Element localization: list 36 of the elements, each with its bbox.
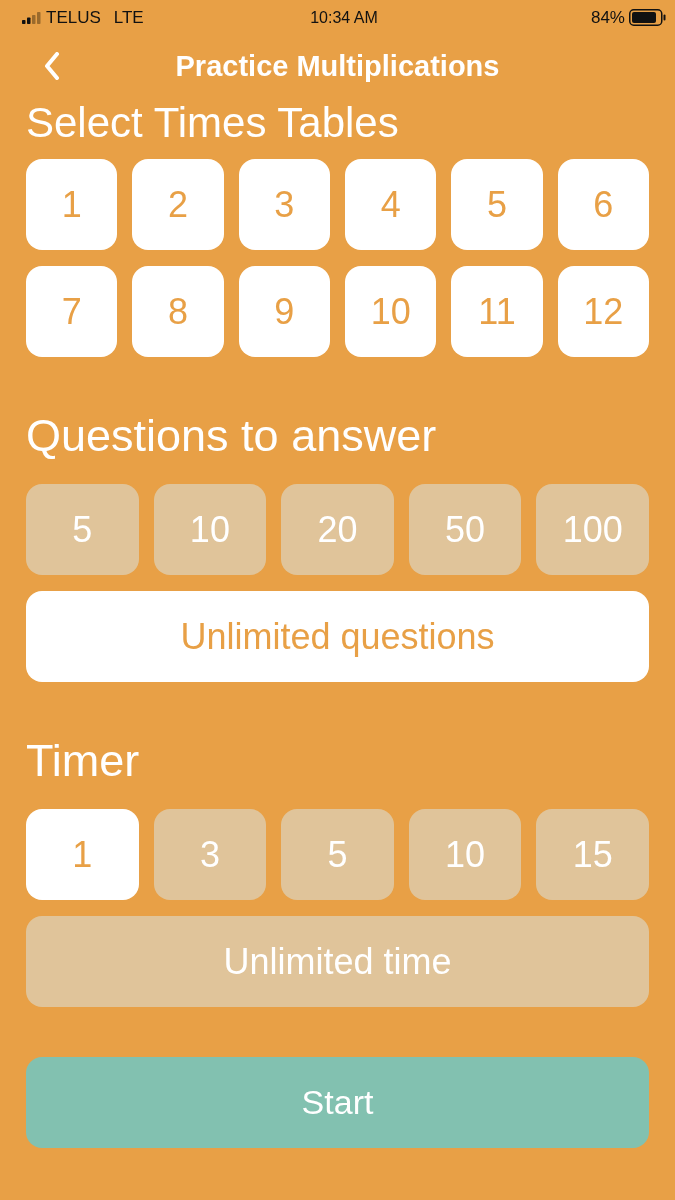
- times-table-option[interactable]: 12: [557, 266, 649, 357]
- times-table-option[interactable]: 8: [132, 266, 224, 357]
- times-table-option[interactable]: 3: [238, 159, 330, 250]
- signal-icon: [22, 11, 41, 24]
- network-type: LTE: [113, 7, 144, 28]
- times-table-option[interactable]: 1: [26, 159, 118, 250]
- status-time: 10:34 AM: [310, 8, 378, 27]
- times-table-option[interactable]: 10: [345, 266, 437, 357]
- timer-option[interactable]: 3: [153, 809, 267, 900]
- question-count-option[interactable]: 50: [408, 484, 522, 575]
- times-table-option[interactable]: 5: [451, 159, 543, 250]
- times-table-option[interactable]: 9: [238, 266, 330, 357]
- times-table-option[interactable]: 2: [132, 159, 224, 250]
- times-table-option[interactable]: 11: [451, 266, 543, 357]
- question-count-option[interactable]: 10: [153, 484, 267, 575]
- unlimited-time-option[interactable]: Unlimited time: [26, 916, 649, 1007]
- start-button[interactable]: Start: [26, 1057, 649, 1148]
- timer-option[interactable]: 5: [281, 809, 394, 900]
- screen-title: Practice Multiplications: [175, 49, 500, 83]
- unlimited-questions-option[interactable]: Unlimited questions: [26, 591, 649, 682]
- timer-option[interactable]: 1: [26, 809, 139, 900]
- question-count-option[interactable]: 100: [536, 484, 649, 575]
- section-heading: Questions to answer: [26, 409, 437, 463]
- back-chevron-icon[interactable]: [44, 52, 60, 80]
- question-count-option[interactable]: 20: [281, 484, 394, 575]
- times-table-option[interactable]: 7: [26, 266, 118, 357]
- timer-option[interactable]: 10: [408, 809, 522, 900]
- timer-option[interactable]: 15: [536, 809, 649, 900]
- times-table-option[interactable]: 4: [345, 159, 437, 250]
- times-table-option[interactable]: 6: [557, 159, 649, 250]
- question-count-option[interactable]: 5: [26, 484, 139, 575]
- carrier-name: TELUS: [46, 7, 101, 28]
- section-heading: Timer: [26, 734, 140, 788]
- section-heading: Select Times Tables: [26, 99, 399, 147]
- battery-icon: [629, 9, 666, 26]
- battery-percent: 84%: [590, 7, 625, 28]
